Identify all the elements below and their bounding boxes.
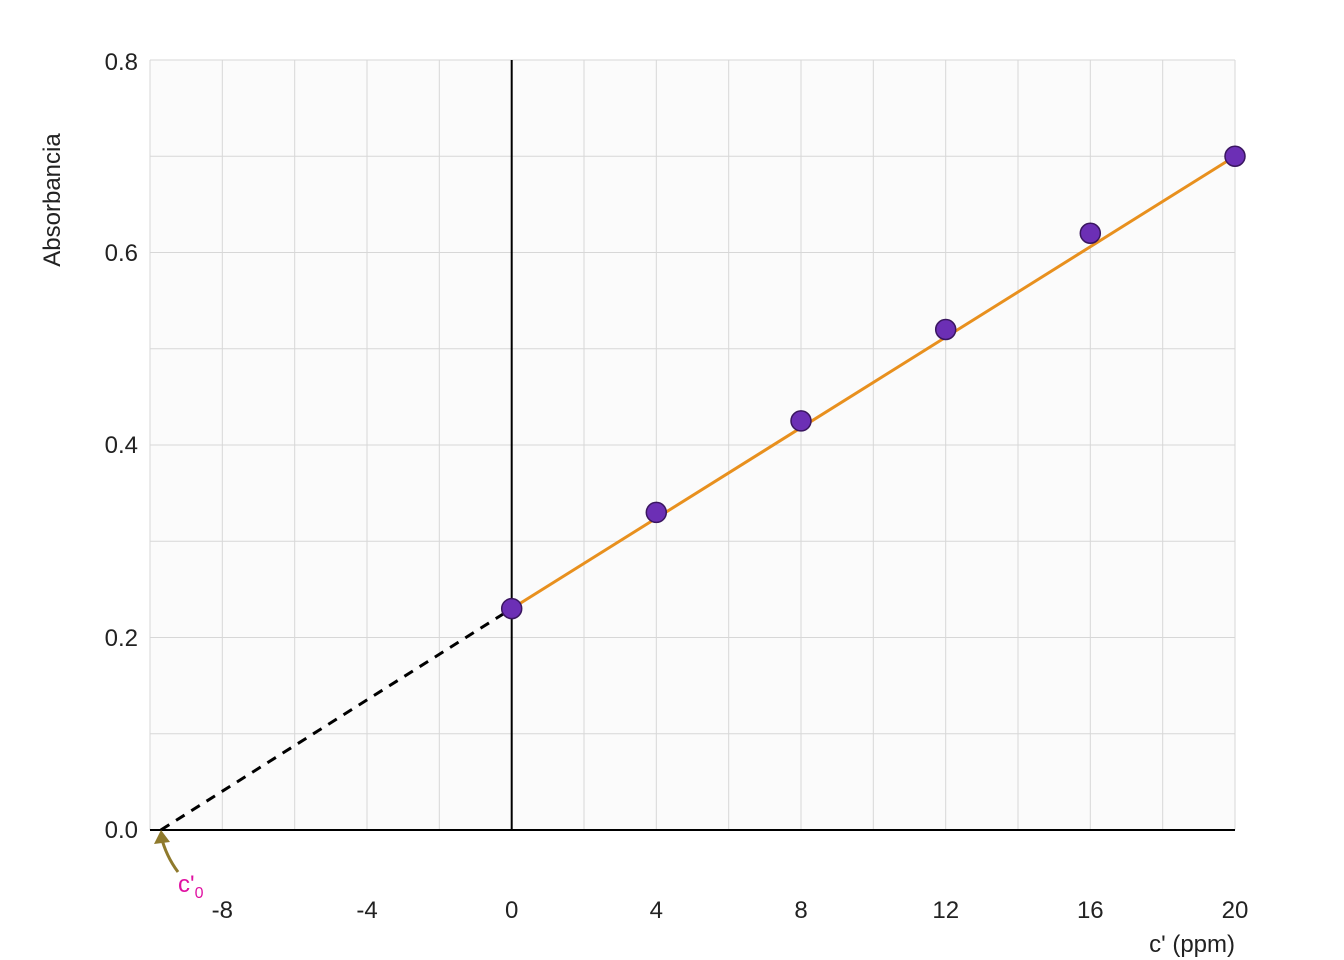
- standard-addition-plot: c'0 0.0 0.2 0.4 0.6 0.8 -8 -4 0 4 8 12 1…: [0, 0, 1344, 960]
- xtick-label: 20: [1222, 897, 1249, 924]
- y-axis-label: Absorbancia: [39, 133, 66, 267]
- chart-svg: c'0 0.0 0.2 0.4 0.6 0.8 -8 -4 0 4 8 12 1…: [0, 0, 1344, 960]
- data-point: [502, 599, 522, 619]
- xtick-label: -8: [212, 897, 233, 924]
- data-point: [791, 411, 811, 431]
- data-point: [1225, 146, 1245, 166]
- data-point: [936, 320, 956, 340]
- xtick-label: 12: [932, 897, 959, 924]
- data-point: [646, 502, 666, 522]
- annotation-arrowhead-icon: [154, 830, 170, 844]
- ytick-label: 0.4: [105, 432, 138, 459]
- annotation-main: c': [178, 871, 195, 898]
- xtick-label: 8: [794, 897, 807, 924]
- xtick-label: 16: [1077, 897, 1104, 924]
- xtick-label: 0: [505, 897, 518, 924]
- annotation-label: c'0: [178, 871, 204, 902]
- data-point: [1080, 223, 1100, 243]
- x-axis-label: c' (ppm): [1149, 931, 1235, 958]
- annotation-subscript: 0: [195, 885, 204, 902]
- xtick-label: -4: [356, 897, 377, 924]
- ytick-label: 0.8: [105, 49, 138, 76]
- xtick-label: 4: [650, 897, 663, 924]
- ytick-label: 0.0: [105, 817, 138, 844]
- ytick-label: 0.6: [105, 240, 138, 267]
- ytick-label: 0.2: [105, 625, 138, 652]
